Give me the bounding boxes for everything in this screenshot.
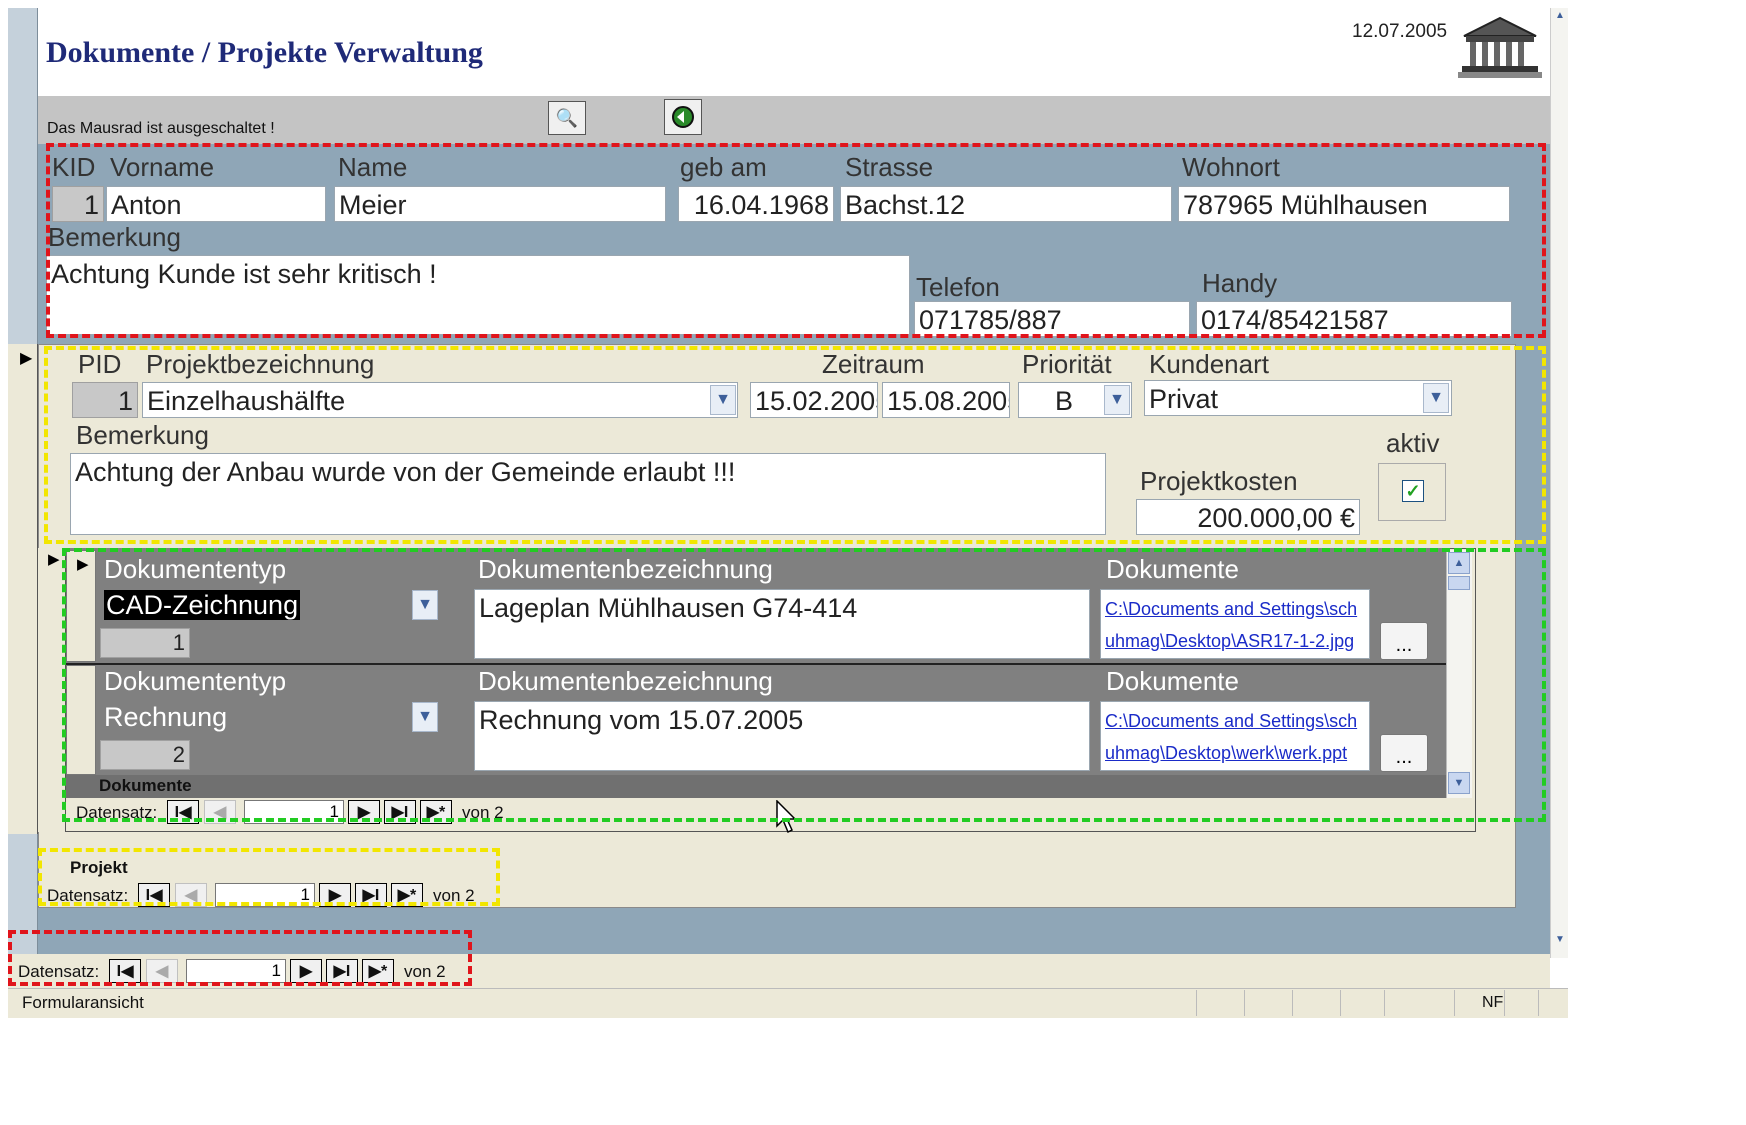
annotation-documents-section xyxy=(62,548,1546,822)
annotation-customer-section xyxy=(46,143,1546,338)
annotation-project-section xyxy=(44,346,1546,544)
current-record-icon: ▶ xyxy=(48,551,60,568)
temple-logo xyxy=(1456,14,1544,80)
close-form-button[interactable] xyxy=(664,99,702,135)
scroll-up-button[interactable]: ▲ xyxy=(1551,10,1569,30)
status-panels xyxy=(1196,990,1568,1016)
current-record-icon: ▶ xyxy=(20,350,33,367)
exit-icon xyxy=(672,106,694,128)
status-nf-indicator: NF xyxy=(1482,994,1504,1011)
annotation-main-nav xyxy=(8,930,472,986)
page-title: Dokumente / Projekte Verwaltung xyxy=(46,36,483,69)
date-display: 12.07.2005 xyxy=(1352,21,1448,42)
mouse-wheel-notice: Das Mausrad ist ausgeschaltet ! xyxy=(47,120,275,137)
binoculars-icon: 🔍 xyxy=(555,107,579,128)
annotation-project-nav xyxy=(38,848,500,906)
search-button[interactable]: 🔍 xyxy=(548,101,586,135)
main-scrollbar[interactable]: ▲ ▼ xyxy=(1550,8,1568,958)
status-view-text: Formularansicht xyxy=(22,993,144,1012)
scroll-down-button[interactable]: ▼ xyxy=(1551,934,1569,954)
project-record-selector[interactable]: ▶ xyxy=(8,344,38,834)
